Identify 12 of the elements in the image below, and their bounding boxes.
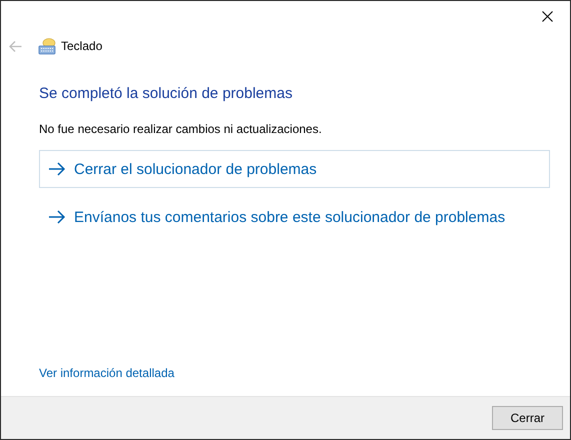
troubleshooter-option-link[interactable]: Envíanos tus comentarios sobre este solucionador de problemas (39, 198, 550, 236)
heading: Se completó la solución de problemas (39, 85, 294, 102)
close-icon (542, 10, 552, 22)
close-dialog-button[interactable]: Cerrar (492, 406, 563, 430)
troubleshooter-option-link[interactable]: Cerrar el solucionador de problemas (39, 150, 550, 188)
arrow-right-icon (48, 210, 66, 224)
details-link[interactable]: Ver información detallada (39, 366, 174, 380)
arrow-right-icon (48, 162, 66, 176)
keyboard-icon (38, 38, 56, 54)
back-arrow-icon (9, 40, 22, 52)
result-message: No fue necesario realizar cambios ni actualizaciones. (39, 122, 323, 136)
window-title: Teclado (61, 39, 102, 53)
